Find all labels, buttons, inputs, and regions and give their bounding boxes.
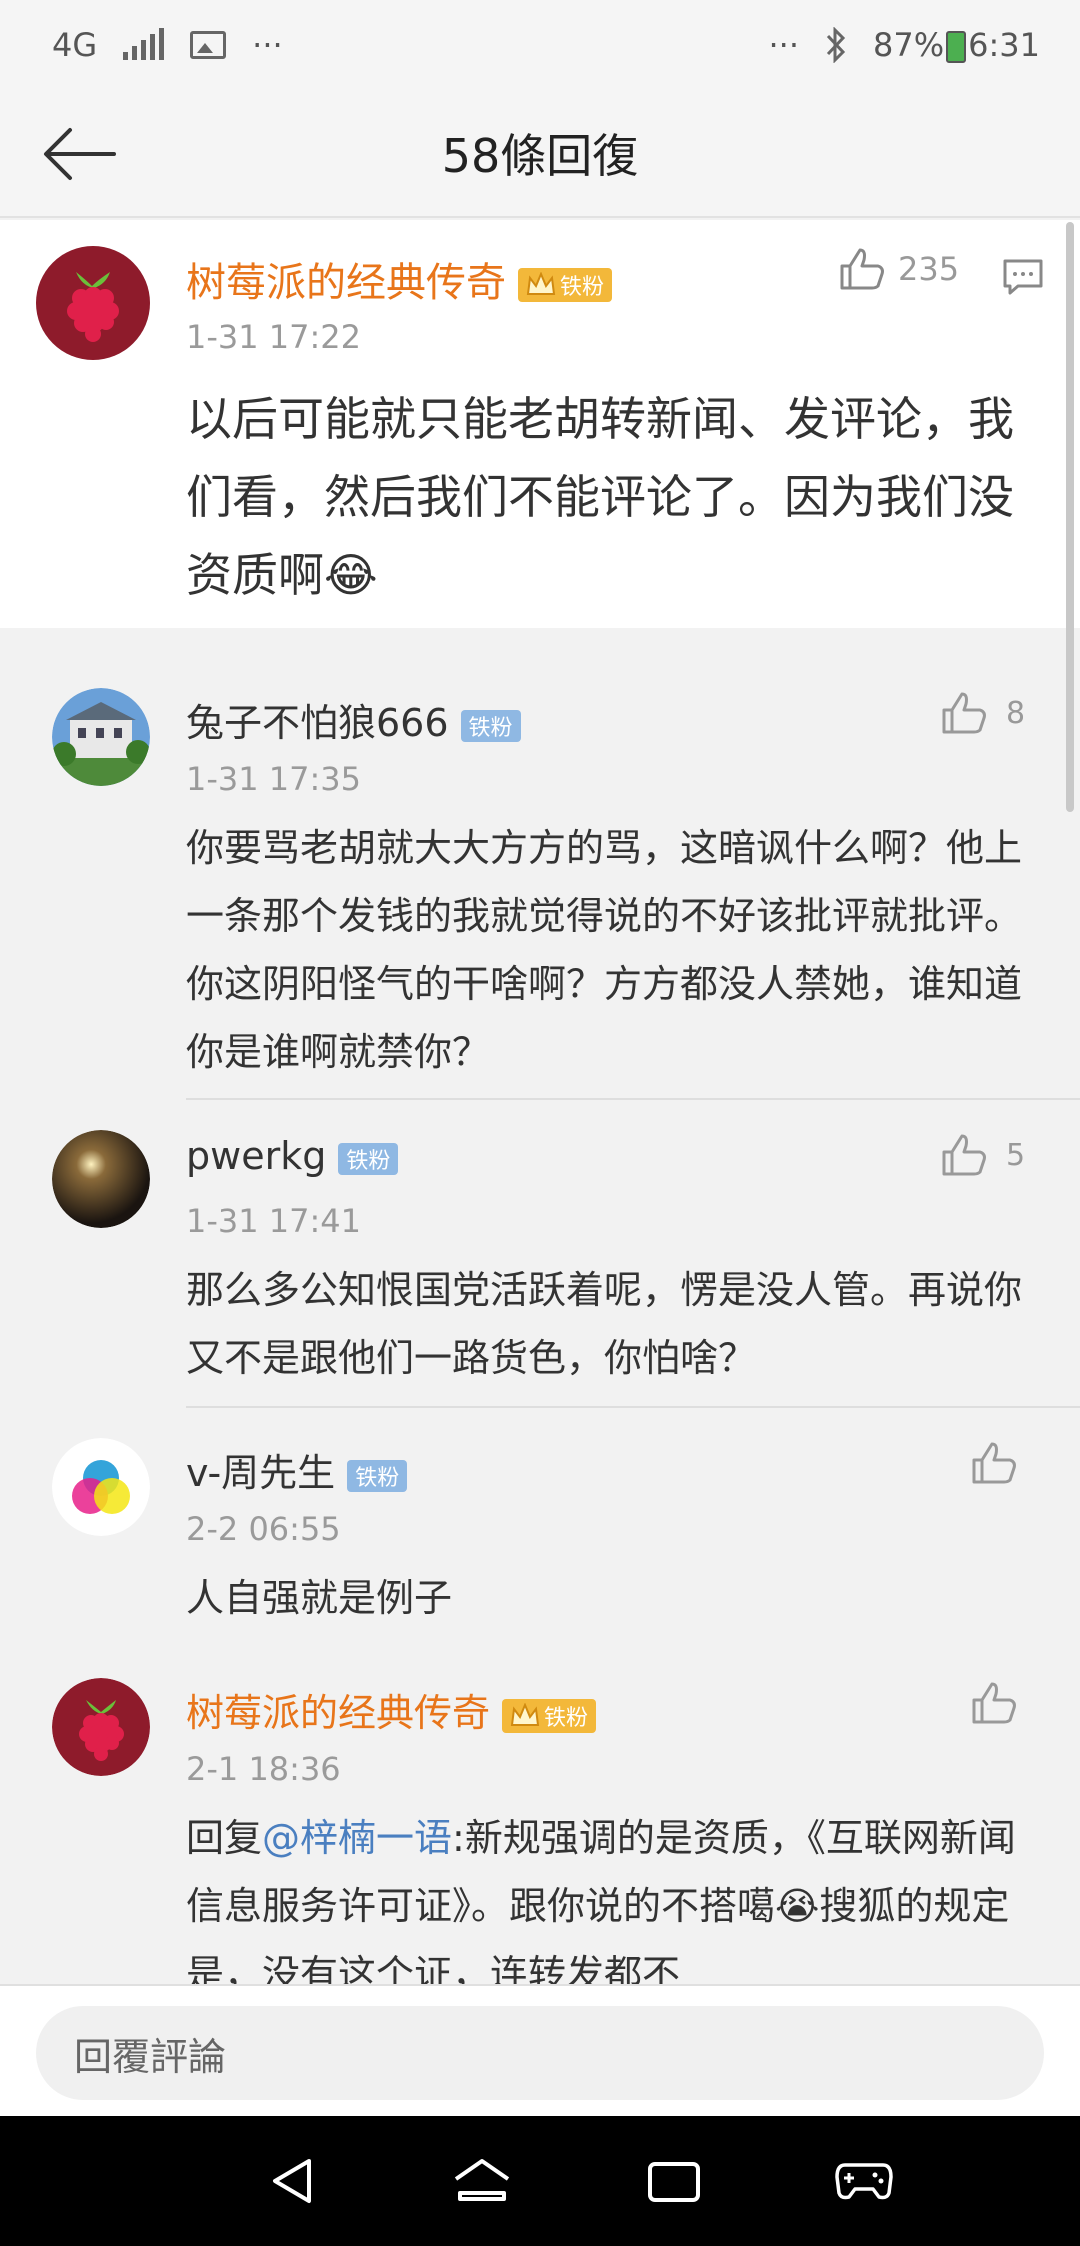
comment-icon[interactable] bbox=[1002, 258, 1044, 296]
comment-text: 以后可能就只能老胡转新闻、发评论，我们看，然后我们不能评论了。因为我们没资质啊😂 bbox=[186, 392, 1014, 602]
reply-input-bar: 回覆評論 bbox=[0, 1984, 1080, 2116]
reply-input[interactable]: 回覆評論 bbox=[36, 2006, 1044, 2100]
recent-apps-icon[interactable] bbox=[644, 2156, 704, 2206]
battery-percent: 87% bbox=[873, 26, 945, 64]
signal-icon bbox=[123, 28, 165, 60]
timestamp: 1-31 17:41 bbox=[186, 1202, 362, 1240]
fan-badge: 铁粉 bbox=[338, 1142, 399, 1175]
thumbs-up-icon bbox=[972, 1442, 1016, 1484]
system-nav-bar bbox=[0, 2116, 1080, 2246]
fan-badge: 铁粉 bbox=[347, 1459, 408, 1492]
fan-badge: 铁粉 bbox=[502, 1698, 597, 1733]
avatar[interactable] bbox=[52, 1678, 150, 1776]
more-notifications: ··· bbox=[252, 26, 283, 64]
reply-item: 树莓派的经典传奇 铁粉 2-1 18:36 回复@梓楠一语:新规强调的是资质，《互… bbox=[0, 1650, 1080, 1984]
gamepad-icon[interactable] bbox=[833, 2159, 895, 2203]
image-notification-icon bbox=[190, 31, 227, 59]
like-button[interactable]: 8 bbox=[940, 690, 1025, 736]
reply-input-placeholder: 回覆評論 bbox=[74, 2034, 227, 2079]
comment-text: 你要骂老胡就大大方方的骂，这暗讽什么啊？他上一条那个发钱的我就觉得说的不好该批评… bbox=[186, 826, 1023, 1074]
status-bar: 4G ··· ··· 87% 6:31 bbox=[0, 0, 1080, 90]
main-comment: 树莓派的经典传奇 铁粉 1-31 17:22 235 以后可能就只能老胡转新闻、发… bbox=[0, 220, 1080, 628]
like-count: 5 bbox=[1006, 1137, 1026, 1173]
like-count: 8 bbox=[1006, 695, 1026, 731]
thumbs-up-icon bbox=[942, 692, 986, 734]
like-count: 235 bbox=[898, 250, 960, 288]
thumbs-up-icon bbox=[972, 1682, 1016, 1724]
bluetooth-icon bbox=[826, 27, 846, 63]
home-icon[interactable] bbox=[450, 2153, 514, 2209]
crown-icon bbox=[526, 272, 556, 295]
triangle-back-icon[interactable] bbox=[265, 2153, 321, 2209]
avatar[interactable] bbox=[36, 246, 150, 360]
fan-badge: 铁粉 bbox=[460, 709, 521, 742]
like-button[interactable] bbox=[970, 1680, 1018, 1726]
author-name-text[interactable]: v-周先生 bbox=[186, 1451, 335, 1495]
like-button[interactable]: 5 bbox=[940, 1132, 1025, 1178]
comment-text: 那么多公知恨国党活跃着呢，愣是没人管。再说你又不是跟他们一路货色，你怕啥？ bbox=[186, 1268, 1023, 1380]
author-name-text[interactable]: pwerkg bbox=[186, 1134, 326, 1178]
header: 58條回復 bbox=[0, 90, 1080, 218]
author-name[interactable]: 树莓派的经典传奇 铁粉 bbox=[186, 250, 613, 308]
like-button[interactable] bbox=[970, 1440, 1018, 1486]
author-name-text[interactable]: 树莓派的经典传奇 bbox=[186, 1691, 490, 1735]
crown-icon bbox=[510, 1702, 540, 1726]
clock: 6:31 bbox=[968, 26, 1040, 64]
avatar[interactable] bbox=[52, 688, 150, 786]
author-name-text[interactable]: 兔子不怕狼666 bbox=[186, 701, 449, 745]
timestamp: 2-2 06:55 bbox=[186, 1510, 341, 1548]
author-name[interactable]: pwerkg 铁粉 bbox=[186, 1134, 399, 1178]
like-button[interactable]: 235 bbox=[838, 246, 959, 292]
timestamp: 1-31 17:22 bbox=[186, 318, 362, 356]
timestamp: 2-1 18:36 bbox=[186, 1750, 341, 1788]
author-name[interactable]: v-周先生 铁粉 bbox=[186, 1442, 408, 1497]
author-name[interactable]: 树莓派的经典传奇 铁粉 bbox=[186, 1682, 597, 1737]
avatar[interactable] bbox=[52, 1438, 150, 1536]
badge-label: 铁粉 bbox=[544, 1705, 589, 1731]
battery-icon bbox=[946, 31, 967, 63]
scrollbar[interactable] bbox=[1066, 222, 1074, 812]
reply-prefix: 回复 bbox=[186, 1816, 263, 1860]
author-name[interactable]: 兔子不怕狼666 铁粉 bbox=[186, 692, 521, 747]
avatar[interactable] bbox=[52, 1130, 150, 1228]
divider bbox=[186, 1098, 1080, 1100]
timestamp: 1-31 17:35 bbox=[186, 760, 362, 798]
comment-text: 回复@梓楠一语:新规强调的是资质，《互联网新闻信息服务许可证》。跟你说的不搭噶😭… bbox=[186, 1804, 1036, 1984]
reply-item: pwerkg 铁粉 1-31 17:41 5 那么多公知恨国党活跃着呢，愣是没人管… bbox=[0, 1102, 1080, 1408]
comment-text: 人自强就是例子 bbox=[186, 1576, 453, 1620]
divider bbox=[186, 1406, 1080, 1408]
mention-link[interactable]: @梓楠一语 bbox=[262, 1816, 452, 1860]
more-status: ··· bbox=[768, 26, 800, 64]
thumbs-up-icon bbox=[840, 248, 884, 290]
author-name-text[interactable]: 树莓派的经典传奇 bbox=[186, 260, 506, 306]
reply-item: v-周先生 铁粉 2-2 06:55 人自强就是例子 bbox=[0, 1410, 1080, 1648]
page-title: 58條回復 bbox=[441, 129, 639, 183]
badge-label: 铁粉 bbox=[560, 275, 605, 300]
thumbs-up-icon bbox=[942, 1134, 986, 1176]
network-indicator: 4G bbox=[52, 26, 98, 64]
fan-badge: 铁粉 bbox=[518, 268, 613, 302]
arrow-left-icon[interactable] bbox=[40, 122, 120, 186]
reply-item: 兔子不怕狼666 铁粉 1-31 17:35 8 你要骂老胡就大大方方的骂，这暗讽… bbox=[0, 660, 1080, 1100]
